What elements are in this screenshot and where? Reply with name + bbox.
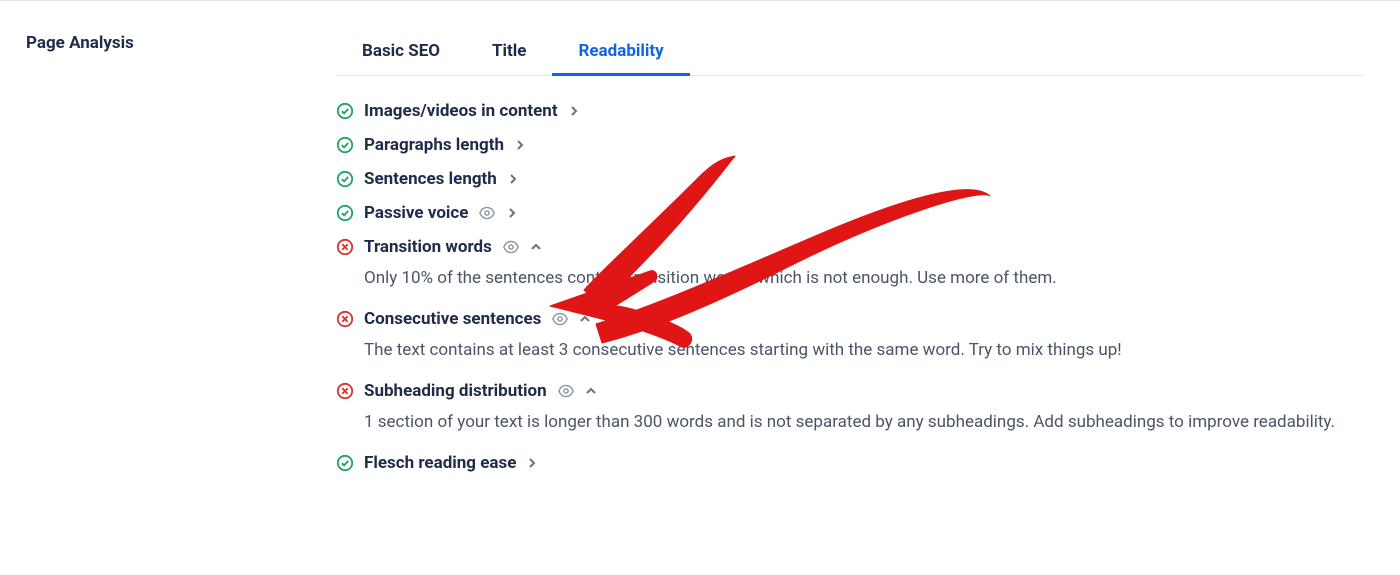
analysis-item-header[interactable]: Subheading distribution xyxy=(336,380,1400,402)
analysis-item-title: Transition words xyxy=(364,236,492,258)
tab-title[interactable]: Title xyxy=(466,31,552,75)
chevron-up-icon[interactable] xyxy=(579,313,591,325)
eye-icon[interactable] xyxy=(502,238,520,256)
analysis-item: Passive voice xyxy=(336,196,1400,230)
analysis-item-title: Flesch reading ease xyxy=(364,452,516,474)
chevron-up-icon[interactable] xyxy=(585,385,597,397)
tab-basic-seo[interactable]: Basic SEO xyxy=(336,31,466,75)
analysis-item-header[interactable]: Consecutive sentences xyxy=(336,308,1400,330)
analysis-item-title: Paragraphs length xyxy=(364,134,504,156)
check-circle-icon xyxy=(336,204,354,222)
main-panel: Basic SEO Title Readability Images/video… xyxy=(336,1,1400,480)
analysis-item: Images/videos in content xyxy=(336,94,1400,128)
analysis-item-header[interactable]: Passive voice xyxy=(336,202,1400,224)
tab-readability[interactable]: Readability xyxy=(552,31,689,75)
check-circle-icon xyxy=(336,136,354,154)
analysis-item-title: Subheading distribution xyxy=(364,380,547,402)
eye-icon[interactable] xyxy=(551,310,569,328)
analysis-item-header[interactable]: Paragraphs length xyxy=(336,134,1400,156)
tab-bar: Basic SEO Title Readability xyxy=(336,31,1364,76)
chevron-right-icon[interactable] xyxy=(506,207,518,219)
analysis-item: Transition words Only 10% of the sentence… xyxy=(336,230,1400,302)
analysis-item-description: 1 section of your text is longer than 30… xyxy=(336,410,1400,440)
chevron-right-icon[interactable] xyxy=(514,139,526,151)
eye-icon[interactable] xyxy=(478,204,496,222)
x-circle-icon xyxy=(336,238,354,256)
x-circle-icon xyxy=(336,310,354,328)
analysis-item-header[interactable]: Sentences length xyxy=(336,168,1400,190)
analysis-item: Subheading distribution 1 section of your… xyxy=(336,374,1400,446)
analysis-item: Consecutive sentences The text contains a… xyxy=(336,302,1400,374)
analysis-item: Sentences length xyxy=(336,162,1400,196)
page-title: Page Analysis xyxy=(26,33,134,53)
analysis-item-description: The text contains at least 3 consecutive… xyxy=(336,338,1400,368)
analysis-item-title: Sentences length xyxy=(364,168,497,190)
analysis-item-title: Images/videos in content xyxy=(364,100,558,122)
check-circle-icon xyxy=(336,454,354,472)
chevron-right-icon[interactable] xyxy=(568,105,580,117)
chevron-right-icon[interactable] xyxy=(526,457,538,469)
analysis-item: Paragraphs length xyxy=(336,128,1400,162)
analysis-item-description: Only 10% of the sentences contain transi… xyxy=(336,266,1400,296)
chevron-up-icon[interactable] xyxy=(530,241,542,253)
analysis-item-header[interactable]: Images/videos in content xyxy=(336,100,1400,122)
analysis-items: Images/videos in content Paragraphs lengt… xyxy=(336,76,1400,480)
analysis-item-header[interactable]: Flesch reading ease xyxy=(336,452,1400,474)
chevron-right-icon[interactable] xyxy=(507,173,519,185)
analysis-item-header[interactable]: Transition words xyxy=(336,236,1400,258)
analysis-item-title: Consecutive sentences xyxy=(364,308,541,330)
analysis-item: Flesch reading ease xyxy=(336,446,1400,480)
analysis-item-title: Passive voice xyxy=(364,202,468,224)
check-circle-icon xyxy=(336,170,354,188)
check-circle-icon xyxy=(336,102,354,120)
eye-icon[interactable] xyxy=(557,382,575,400)
x-circle-icon xyxy=(336,382,354,400)
